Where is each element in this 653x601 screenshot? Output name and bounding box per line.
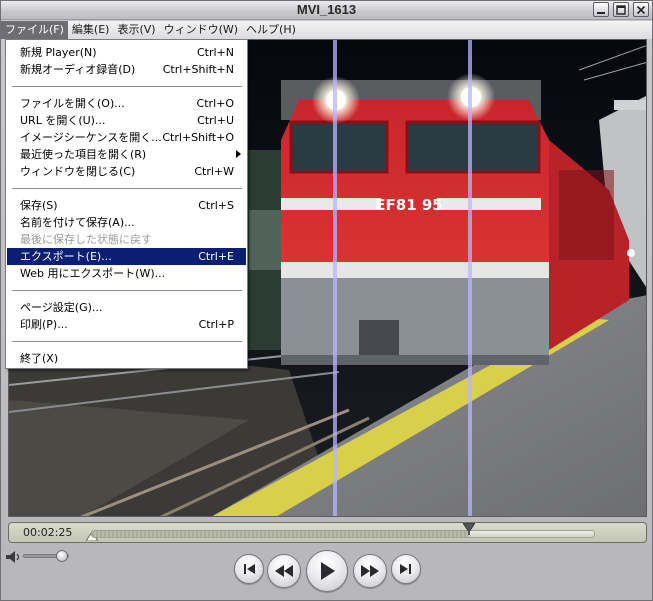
player-window: MVI_1613 ファイル(F) 編集(E) 表示(V) ウィンドウ(W) ヘル… <box>0 0 653 601</box>
scrub-played-fill <box>92 531 469 537</box>
menu-item-open-image-sequence[interactable]: イメージシーケンスを開く... Ctrl+Shift+O <box>7 129 246 146</box>
menu-separator <box>12 86 242 87</box>
go-to-start-icon <box>244 564 255 574</box>
scrub-track[interactable] <box>91 530 595 538</box>
menu-item-page-setup[interactable]: ページ設定(G)... <box>7 299 246 316</box>
fast-forward-button[interactable] <box>353 554 387 588</box>
close-icon <box>636 5 646 14</box>
menu-separator <box>12 188 242 189</box>
menu-item-open-recent[interactable]: 最近使った項目を開く(R) <box>7 146 246 163</box>
menu-view[interactable]: 表示(V) <box>113 21 159 39</box>
minimize-icon <box>597 11 605 14</box>
close-button[interactable] <box>633 2 649 17</box>
rewind-icon <box>275 565 293 577</box>
menu-item-open-url[interactable]: URL を開く(U)... Ctrl+U <box>7 112 246 129</box>
volume-icon[interactable] <box>5 550 21 564</box>
title-bar[interactable]: MVI_1613 <box>1 1 652 20</box>
go-to-end-icon <box>400 564 411 574</box>
menu-help[interactable]: ヘルプ(H) <box>242 21 300 39</box>
go-to-end-button[interactable] <box>391 554 421 584</box>
submenu-arrow-icon <box>236 150 241 158</box>
menu-item-save[interactable]: 保存(S) Ctrl+S <box>7 197 246 214</box>
volume-knob[interactable] <box>55 550 68 562</box>
rewind-button[interactable] <box>267 554 301 588</box>
menu-item-revert: 最後に保存した状態に戻す <box>20 233 152 246</box>
menu-separator <box>12 290 242 291</box>
timeline-bar: 00:02:25 <box>8 522 647 543</box>
menu-item-export-for-web[interactable]: Web 用にエクスポート(W)... <box>7 265 246 282</box>
fast-forward-icon <box>361 565 379 577</box>
menu-item-export[interactable]: エクスポート(E)... Ctrl+E <box>7 248 246 265</box>
maximize-button[interactable] <box>613 2 629 17</box>
current-time: 00:02:25 <box>23 526 73 539</box>
menu-item-print[interactable]: 印刷(P)... Ctrl+P <box>7 316 246 333</box>
play-icon <box>321 562 335 580</box>
menu-item-new-player[interactable]: 新規 Player(N) Ctrl+N <box>7 44 246 61</box>
maximize-icon <box>616 4 626 15</box>
menu-window[interactable]: ウィンドウ(W) <box>160 21 242 39</box>
menu-bar: ファイル(F) 編集(E) 表示(V) ウィンドウ(W) ヘルプ(H) <box>1 21 652 39</box>
playhead-icon[interactable] <box>463 523 475 535</box>
menu-item-open-file[interactable]: ファイルを開く(O)... Ctrl+O <box>7 95 246 112</box>
menu-edit[interactable]: 編集(E) <box>68 21 114 39</box>
minimize-button[interactable] <box>593 2 609 17</box>
play-button[interactable] <box>306 550 348 592</box>
window-title: MVI_1613 <box>296 2 357 17</box>
go-to-start-button[interactable] <box>234 554 264 584</box>
menu-item-close-window[interactable]: ウィンドウを閉じる(C) Ctrl+W <box>7 163 246 180</box>
file-menu-dropdown: 新規 Player(N) Ctrl+N 新規オーディオ録音(D) Ctrl+Sh… <box>5 39 248 369</box>
menu-separator <box>12 341 242 342</box>
menu-item-new-audio-recording[interactable]: 新規オーディオ録音(D) Ctrl+Shift+N <box>7 61 246 78</box>
menu-item-exit[interactable]: 終了(X) <box>7 350 246 367</box>
menu-file[interactable]: ファイル(F) <box>1 21 68 39</box>
menu-item-save-as[interactable]: 名前を付けて保存(A)... <box>7 214 246 231</box>
locomotive-number: EF81 95 <box>375 196 442 214</box>
